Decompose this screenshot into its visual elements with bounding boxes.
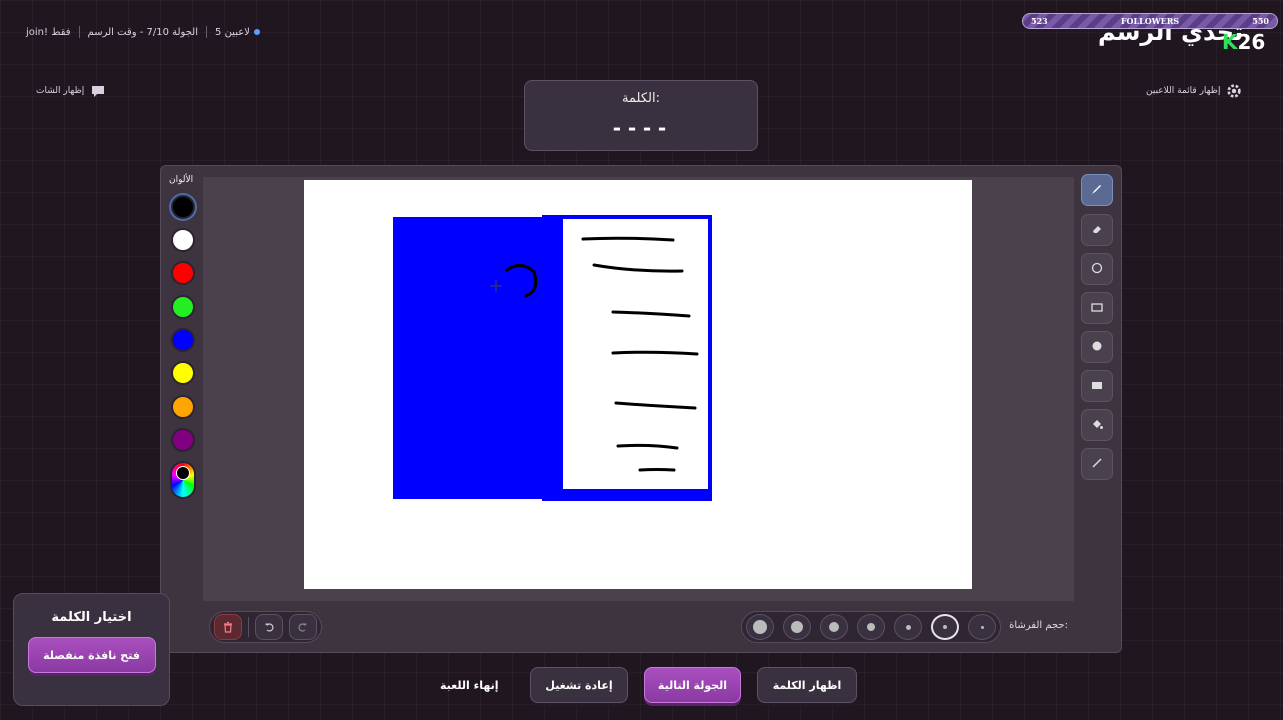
brush-size-1[interactable] bbox=[968, 614, 996, 640]
show-chat-label: إظهار الشات bbox=[36, 86, 85, 96]
choose-word-title: اختيار الكلمة bbox=[51, 610, 132, 625]
tool-line[interactable] bbox=[1081, 448, 1113, 480]
tool-eraser[interactable] bbox=[1081, 214, 1113, 246]
player-count-text: 5 لاعبين bbox=[215, 26, 250, 38]
size-dot-icon bbox=[791, 621, 803, 633]
trash-icon bbox=[222, 618, 234, 637]
show-players-toggle[interactable]: إظهار قائمة اللاعبين bbox=[1146, 83, 1242, 99]
current-color-dot bbox=[176, 466, 190, 480]
word-blanks: ---- bbox=[610, 116, 672, 140]
open-separate-window-button[interactable]: فتح نافذة منفصلة bbox=[27, 637, 156, 673]
show-chat-toggle[interactable]: إظهار الشات bbox=[36, 83, 106, 99]
circle-outline-icon bbox=[1090, 260, 1104, 279]
size-dot-icon bbox=[980, 625, 984, 629]
drawing-canvas[interactable] bbox=[304, 180, 972, 589]
tool-circle-outline[interactable] bbox=[1081, 253, 1113, 285]
end-game-button[interactable]: إنهاء اللعبة bbox=[440, 679, 499, 692]
followers-goal: 550 bbox=[1252, 16, 1269, 26]
redo-button[interactable] bbox=[289, 614, 317, 640]
followers-progress-bar: 523 FOLLOWERS 550 bbox=[1022, 13, 1278, 29]
canvas-drawing bbox=[393, 215, 712, 501]
color-swatch-yellow[interactable] bbox=[171, 361, 195, 385]
undo-button[interactable] bbox=[255, 614, 283, 640]
round-status: الجولة 7/10 - وقت الرسم bbox=[87, 26, 199, 38]
word-display: الكلمة: ---- bbox=[524, 80, 758, 151]
brush-size-6[interactable] bbox=[783, 614, 811, 640]
white-inner-area bbox=[563, 221, 708, 491]
color-palette: الألوان bbox=[160, 165, 204, 605]
restart-button[interactable]: إعادة تشغيل bbox=[530, 667, 628, 703]
player-count: 5 لاعبين bbox=[215, 27, 264, 38]
online-dot-icon bbox=[253, 28, 260, 35]
tool-circle-filled[interactable] bbox=[1081, 331, 1113, 363]
tool-rectangle-filled[interactable] bbox=[1081, 370, 1113, 402]
line-icon bbox=[1090, 455, 1104, 474]
brush-size-2[interactable] bbox=[931, 614, 959, 640]
fill-bucket-icon bbox=[1090, 416, 1104, 435]
rectangle-outline-icon bbox=[1090, 299, 1104, 318]
brand-number: 26 bbox=[1237, 30, 1266, 54]
word-label: الكلمة: bbox=[622, 91, 660, 106]
color-swatch-green[interactable] bbox=[171, 295, 195, 319]
palette-title: الألوان bbox=[169, 175, 194, 185]
divider bbox=[248, 617, 249, 637]
circle-filled-icon bbox=[1090, 338, 1104, 357]
history-controls bbox=[209, 611, 322, 643]
brush-size-selector bbox=[741, 611, 1001, 643]
brush-size-5[interactable] bbox=[820, 614, 848, 640]
chat-icon bbox=[90, 83, 106, 99]
gear-icon bbox=[1226, 83, 1242, 99]
redo-icon bbox=[297, 618, 309, 637]
next-round-button[interactable]: الجولة التالية bbox=[644, 667, 741, 703]
size-dot-icon bbox=[753, 620, 767, 634]
undo-icon bbox=[263, 618, 275, 637]
color-swatch-orange[interactable] bbox=[171, 395, 195, 419]
brush-size-3[interactable] bbox=[894, 614, 922, 640]
game-info-bar: join! فقط الجولة 7/10 - وقت الرسم 5 لاعب… bbox=[26, 26, 264, 38]
custom-color-picker[interactable] bbox=[170, 461, 196, 499]
join-text: join! فقط bbox=[26, 26, 71, 38]
choose-word-card: اختيار الكلمة فتح نافذة منفصلة bbox=[13, 593, 170, 706]
canvas-bottom-bar: حجم الفرشاة: bbox=[203, 609, 1074, 647]
show-players-label: إظهار قائمة اللاعبين bbox=[1146, 86, 1221, 96]
rectangle-filled-icon bbox=[1090, 377, 1104, 396]
divider bbox=[206, 26, 208, 38]
size-dot-icon bbox=[905, 624, 911, 630]
size-dot-icon bbox=[867, 623, 875, 631]
brush-size-7[interactable] bbox=[746, 614, 774, 640]
followers-current: 523 bbox=[1031, 16, 1048, 26]
size-dot-icon bbox=[943, 625, 947, 629]
brush-icon bbox=[1090, 181, 1104, 200]
brand-k: K bbox=[1222, 30, 1238, 54]
blue-bottom-stroke bbox=[563, 489, 712, 498]
eraser-icon bbox=[1090, 221, 1104, 240]
brand-logo: K26 bbox=[1222, 30, 1265, 54]
brush-size-4[interactable] bbox=[857, 614, 885, 640]
blue-fill-shape bbox=[393, 217, 563, 499]
tool-brush[interactable] bbox=[1081, 174, 1113, 206]
color-swatch-black[interactable] bbox=[171, 195, 195, 219]
clear-canvas-button[interactable] bbox=[214, 614, 242, 640]
color-swatch-white[interactable] bbox=[171, 228, 195, 252]
color-swatch-red[interactable] bbox=[171, 261, 195, 285]
color-swatch-purple[interactable] bbox=[171, 428, 195, 452]
tool-rectangle-outline[interactable] bbox=[1081, 292, 1113, 324]
show-word-button[interactable]: اظهار الكلمة bbox=[757, 667, 857, 703]
brush-size-label: حجم الفرشاة: bbox=[1009, 620, 1068, 631]
color-swatch-blue[interactable] bbox=[171, 328, 195, 352]
divider bbox=[78, 26, 80, 38]
size-dot-icon bbox=[829, 622, 839, 632]
followers-label: FOLLOWERS bbox=[1120, 16, 1180, 26]
tool-fill-bucket[interactable] bbox=[1081, 409, 1113, 441]
